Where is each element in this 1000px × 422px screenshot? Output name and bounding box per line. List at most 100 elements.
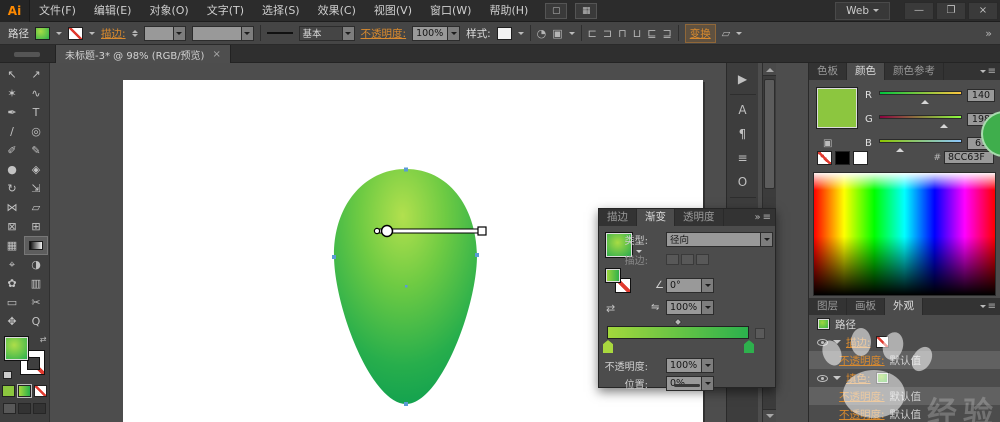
workspace-switcher[interactable]: Web	[835, 1, 890, 20]
transform-link[interactable]: 变换	[684, 23, 716, 43]
align-bottom-icon[interactable]: ⊒	[663, 27, 672, 40]
tab-color-guide[interactable]: 颜色参考	[885, 63, 944, 80]
panel-menu-icon[interactable]: ≡	[763, 212, 771, 223]
tab-transparency[interactable]: 透明度	[675, 209, 724, 226]
scrollbar-thumb[interactable]	[764, 79, 775, 189]
white-swatch[interactable]	[853, 151, 868, 165]
fill-green-swatch[interactable]	[875, 372, 889, 384]
dropdown-arrow-icon[interactable]	[760, 232, 772, 246]
free-transform-tool[interactable]: ▱	[24, 198, 48, 217]
stroke-width-dropdown[interactable]	[143, 25, 186, 41]
menu-object[interactable]: 对象(O)	[140, 0, 197, 22]
green-slider-thumb[interactable]	[939, 120, 948, 128]
opacity-dropdown[interactable]: 100%	[412, 25, 461, 41]
stroke-attribute-link[interactable]: 描边:	[846, 335, 871, 350]
perspective-grid-tool[interactable]: ⊞	[24, 217, 48, 236]
free-transform-icon[interactable]: ▱	[722, 27, 730, 40]
shape-builder-tool[interactable]: ⊠	[0, 217, 24, 236]
aspect-dropdown[interactable]: 100%	[666, 299, 714, 315]
type-tool[interactable]: T	[24, 103, 48, 122]
menu-file[interactable]: 文件(F)	[30, 0, 85, 22]
opacity-attribute-link[interactable]: 不透明度:	[839, 353, 885, 368]
blend-tool[interactable]: ◑	[24, 255, 48, 274]
opentype-panel-icon[interactable]: O	[730, 171, 756, 193]
draw-normal-button[interactable]	[3, 403, 16, 414]
gradient-button[interactable]	[17, 384, 32, 398]
gradient-tool[interactable]	[24, 236, 48, 255]
gradient-midpoint-handle[interactable]	[673, 317, 683, 327]
gradient-stop-left[interactable]	[603, 340, 613, 353]
appearance-stroke-opacity-row[interactable]: 不透明度: 默认值	[809, 351, 1000, 369]
hand-tool[interactable]: ✥	[0, 312, 24, 331]
chevron-down-icon[interactable]	[736, 31, 743, 38]
green-slider-track[interactable]	[879, 115, 962, 119]
brush-definition-dropdown[interactable]: 基本	[298, 25, 355, 41]
green-slider[interactable]	[879, 113, 962, 128]
blue-slider-track[interactable]	[879, 139, 962, 143]
panel-menu-icon[interactable]: ≡	[979, 301, 996, 312]
close-button[interactable]: ×	[968, 1, 998, 20]
stop-opacity-dropdown[interactable]: 100%	[666, 357, 714, 373]
eyedropper-tool[interactable]: ⌖	[0, 255, 24, 274]
gradient-center-handle[interactable]	[380, 224, 394, 238]
menu-effect[interactable]: 效果(C)	[309, 0, 365, 22]
dropdown-arrow-icon[interactable]	[701, 358, 713, 372]
dropdown-arrow-icon[interactable]	[701, 278, 713, 292]
blue-slider-thumb[interactable]	[895, 144, 904, 152]
stop-location-dropdown[interactable]: 0%	[666, 375, 714, 391]
arrange-documents-icon[interactable]: ▦	[575, 2, 598, 19]
stroke-link[interactable]: 描边:	[101, 26, 126, 41]
tab-gradient[interactable]: 渐变	[637, 209, 675, 226]
paintbrush-tool[interactable]: ✐	[0, 141, 24, 160]
gradient-origin-handle[interactable]	[373, 227, 381, 235]
triangle-panel-icon[interactable]: ▶	[730, 68, 756, 90]
visibility-eye-icon[interactable]	[817, 374, 828, 382]
draw-inside-button[interactable]	[33, 403, 46, 414]
dropdown-arrow-icon[interactable]	[447, 26, 460, 40]
red-value-field[interactable]: 140	[967, 88, 995, 102]
pencil-tool[interactable]: ✎	[24, 141, 48, 160]
appearance-fill-opacity-row[interactable]: 不透明度: 默认值	[809, 387, 1000, 405]
appearance-path-opacity-row[interactable]: 不透明度: 默认值	[809, 405, 1000, 422]
tools-panel-grip[interactable]	[14, 52, 40, 57]
align-top-icon[interactable]: ⊔	[633, 27, 642, 40]
black-swatch[interactable]	[835, 151, 850, 165]
restore-button[interactable]: ❐	[936, 1, 966, 20]
rotate-tool[interactable]: ↻	[0, 179, 24, 198]
stroke-across-button[interactable]	[696, 253, 709, 265]
column-graph-tool[interactable]: ▥	[24, 274, 48, 293]
zoom-tool[interactable]: Q	[24, 312, 48, 331]
stroke-along-button[interactable]	[681, 253, 694, 265]
dropdown-arrow-icon[interactable]	[341, 26, 354, 40]
selection-tool[interactable]: ↖	[0, 65, 24, 84]
red-slider[interactable]	[879, 89, 962, 104]
dropdown-arrow-icon[interactable]	[240, 26, 253, 40]
align-center-icon[interactable]: ⊐	[603, 27, 612, 40]
collapse-icon[interactable]: »	[754, 212, 760, 223]
expand-triangle-icon[interactable]	[833, 340, 841, 348]
symbol-sprayer-tool[interactable]: ✿	[0, 274, 24, 293]
opacity-attribute-link[interactable]: 不透明度:	[839, 389, 885, 404]
line-segment-tool[interactable]: ∕	[0, 122, 24, 141]
stroke-none-swatch[interactable]	[875, 336, 889, 348]
stroke-color-swatch[interactable]	[68, 26, 83, 40]
panel-menu-icon[interactable]: ≡	[979, 66, 996, 77]
tab-appearance[interactable]: 外观	[885, 298, 923, 315]
hex-value-field[interactable]: 8CC63F	[944, 151, 994, 164]
style-swatch[interactable]	[496, 26, 512, 40]
default-fill-stroke-icon[interactable]	[2, 371, 12, 379]
stroke-within-button[interactable]	[666, 253, 679, 265]
angle-dropdown[interactable]: 0°	[666, 277, 714, 293]
fill-proxy-swatch[interactable]	[3, 336, 29, 361]
document-tab[interactable]: 未标题-3* @ 98% (RGB/预览) ×	[55, 45, 231, 63]
chevron-down-icon[interactable]	[568, 31, 575, 38]
scale-tool[interactable]: ⇲	[24, 179, 48, 198]
fill-color-swatch[interactable]	[35, 26, 50, 40]
red-slider-thumb[interactable]	[920, 96, 929, 104]
gradient-stop-right[interactable]	[744, 340, 754, 353]
eraser-tool[interactable]: ◈	[24, 160, 48, 179]
artboard-tool[interactable]: ▭	[0, 293, 24, 312]
slice-tool[interactable]: ✂	[24, 293, 48, 312]
mesh-tool[interactable]: ▦	[0, 236, 24, 255]
fill-attribute-link[interactable]: 填色:	[846, 371, 871, 386]
